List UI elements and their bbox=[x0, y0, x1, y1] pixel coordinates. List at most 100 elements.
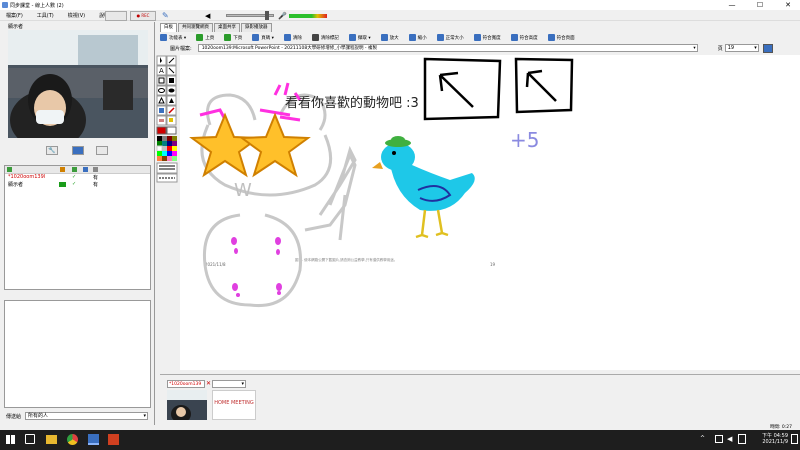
lasso-icon[interactable] bbox=[166, 55, 177, 66]
tab-recorder[interactable]: 錄影播放器 bbox=[241, 23, 272, 32]
color-palette[interactable] bbox=[156, 136, 177, 161]
chrome-icon[interactable] bbox=[67, 434, 78, 445]
tab-cobrowse[interactable]: 共同瀏覽網頁 bbox=[178, 23, 213, 32]
pen-icon[interactable]: ✎ bbox=[162, 11, 172, 21]
task-view-icon[interactable] bbox=[25, 434, 35, 444]
speak-icon bbox=[60, 167, 65, 172]
capture-icon bbox=[348, 34, 356, 41]
rect-fill-icon[interactable] bbox=[166, 75, 177, 86]
eraser-icon[interactable] bbox=[156, 115, 167, 126]
text-tool-icon[interactable]: A bbox=[156, 65, 167, 76]
chat-area[interactable] bbox=[4, 300, 151, 408]
toolbar-capture-button[interactable]: 擷取 ▾ bbox=[348, 34, 371, 41]
toolbar-page-button[interactable]: 頁碼 ▾ bbox=[252, 34, 274, 41]
notification-icon[interactable] bbox=[791, 434, 798, 444]
table-row[interactable]: *1020oom139l ✓ 有 bbox=[5, 174, 150, 181]
color-swatch-current[interactable] bbox=[156, 126, 177, 135]
pen-tool-icon[interactable] bbox=[166, 105, 177, 116]
page-select[interactable]: 19 ▾ bbox=[724, 44, 759, 52]
polygon-fill-icon[interactable] bbox=[166, 95, 177, 106]
table-row[interactable]: 顯示者 ✓ 有 bbox=[5, 181, 150, 188]
thumb-logo[interactable]: HOME MEETING bbox=[212, 390, 256, 420]
toolbar-zoom-out-button[interactable]: 縮小 bbox=[408, 34, 427, 41]
fit-page-icon bbox=[547, 34, 555, 41]
speaker-icon[interactable]: ◀ bbox=[205, 12, 215, 20]
chat-recipient-select[interactable]: 所有的人 ▾ bbox=[25, 412, 148, 420]
whiteboard-canvas[interactable]: 2021/11/8 19 圖 ... 使本網路公開下載圖片,請查詢公益教學,只有… bbox=[180, 55, 800, 370]
camera-settings-button[interactable]: 🔧 bbox=[46, 146, 58, 155]
ellipse-outline-icon[interactable] bbox=[156, 85, 167, 96]
toolbar-normal-size-button[interactable]: 正常大小 bbox=[436, 34, 464, 41]
close-button[interactable]: ✕ bbox=[776, 0, 800, 10]
document-label: 圖片檔案: bbox=[170, 45, 192, 52]
menu-file[interactable]: 檔案(F) bbox=[6, 12, 23, 19]
slide-footer: 圖 ... 使本網路公開下載圖片,請查詢公益教學,只有僅供教學用途。 bbox=[295, 257, 397, 262]
user-status: ✓ bbox=[72, 181, 77, 187]
volume-handle[interactable] bbox=[265, 11, 269, 20]
close-icon[interactable]: ✕ bbox=[206, 380, 211, 387]
title-bar: 同步課堂 - 線上人數 (2) — ☐ ✕ bbox=[0, 0, 800, 10]
ime-icon[interactable] bbox=[738, 434, 746, 444]
minimize-button[interactable]: — bbox=[720, 0, 744, 10]
tab-desktop-share[interactable]: 桌面共享 bbox=[214, 23, 240, 32]
video-feed bbox=[8, 30, 148, 138]
toolbar-fit-height-button[interactable]: 符合高度 bbox=[510, 34, 538, 41]
ellipse-fill-icon[interactable] bbox=[166, 85, 177, 96]
tab-whiteboard[interactable]: 白板 bbox=[160, 23, 177, 32]
toolbar-fit-page-button[interactable]: 符合頁面 bbox=[547, 34, 575, 41]
thumb-select-2[interactable]: ▾ bbox=[212, 380, 246, 388]
sync-page-button[interactable] bbox=[762, 43, 773, 53]
toolbar-menu-button[interactable]: 功能表 ▾ bbox=[160, 34, 186, 41]
slide-date: 2021/11/8 bbox=[205, 262, 226, 267]
clock[interactable]: 下午 04:59 2021/11/9 bbox=[752, 432, 788, 445]
line-style-icon[interactable] bbox=[156, 173, 178, 183]
fit-height-icon bbox=[510, 34, 518, 41]
menu-tools[interactable]: 工具(T) bbox=[37, 12, 54, 19]
toolbar-prev-button[interactable]: 上頁 bbox=[196, 34, 214, 41]
line-width-icon[interactable] bbox=[156, 162, 178, 174]
polygon-icon[interactable] bbox=[156, 95, 167, 106]
line-tool-icon[interactable] bbox=[166, 65, 177, 76]
menu-view[interactable]: 檢視(V) bbox=[68, 12, 85, 19]
thumb-user-select[interactable]: *1020oom139 bbox=[167, 380, 205, 388]
hand-tool-button[interactable] bbox=[105, 11, 127, 21]
homemeeting-icon[interactable] bbox=[88, 434, 99, 445]
clear-icon bbox=[283, 34, 291, 41]
toolbar-fit-width-button[interactable]: 符合寬度 bbox=[473, 34, 501, 41]
windows-start-icon[interactable] bbox=[6, 435, 15, 444]
powerpoint-icon[interactable] bbox=[108, 434, 119, 445]
highlighter-icon[interactable] bbox=[166, 115, 177, 126]
rect-outline-icon[interactable] bbox=[156, 75, 167, 86]
chat-recipient-value: 所有的人 bbox=[28, 413, 49, 419]
pointer-icon[interactable] bbox=[156, 55, 167, 66]
toolbar-clear-mark-button[interactable]: 清除標記 bbox=[311, 34, 339, 41]
image-tool-icon[interactable] bbox=[156, 105, 167, 116]
paw-dots bbox=[231, 237, 282, 297]
webcam-image bbox=[8, 30, 148, 138]
file-explorer-icon[interactable] bbox=[46, 435, 57, 444]
fit-width-icon bbox=[473, 34, 481, 41]
toolbar-next-button[interactable]: 下頁 bbox=[224, 34, 242, 41]
camera-view-button[interactable] bbox=[72, 146, 84, 155]
toolbar-clear-button[interactable]: 清除 bbox=[283, 34, 302, 41]
volume-icon[interactable]: ◀ bbox=[727, 435, 732, 443]
camera-snapshot-button[interactable] bbox=[96, 146, 108, 155]
rec-button[interactable]: ● REC bbox=[130, 11, 156, 21]
user-icon bbox=[7, 167, 12, 172]
clock-date: 2021/11/9 bbox=[762, 439, 788, 445]
chevron-down-icon: ▾ bbox=[143, 413, 146, 419]
thumb-user-value: *1020oom139 bbox=[169, 382, 202, 387]
tray-chevron-icon[interactable]: ^ bbox=[700, 435, 705, 442]
thumb-video-1[interactable] bbox=[167, 390, 207, 420]
canvas-title-text: 看看你喜歡的動物吧 :3 bbox=[285, 95, 419, 111]
network-icon[interactable] bbox=[715, 435, 723, 443]
presenter-badge bbox=[59, 182, 66, 187]
tab-strip: 白板 共同瀏覽網頁 桌面共享 錄影播放器 bbox=[160, 23, 273, 32]
toolbar-zoom-in-button[interactable]: 放大 bbox=[380, 34, 399, 41]
document-select[interactable]: 1020oom139:Microsoft PowerPoint - 202111… bbox=[197, 44, 698, 52]
user-status: ✓ bbox=[72, 174, 77, 180]
maximize-button[interactable]: ☐ bbox=[748, 0, 772, 10]
microphone-icon[interactable]: 🎤 bbox=[278, 12, 287, 20]
drawing-tools: A bbox=[156, 55, 178, 375]
fit-icon bbox=[436, 34, 444, 41]
